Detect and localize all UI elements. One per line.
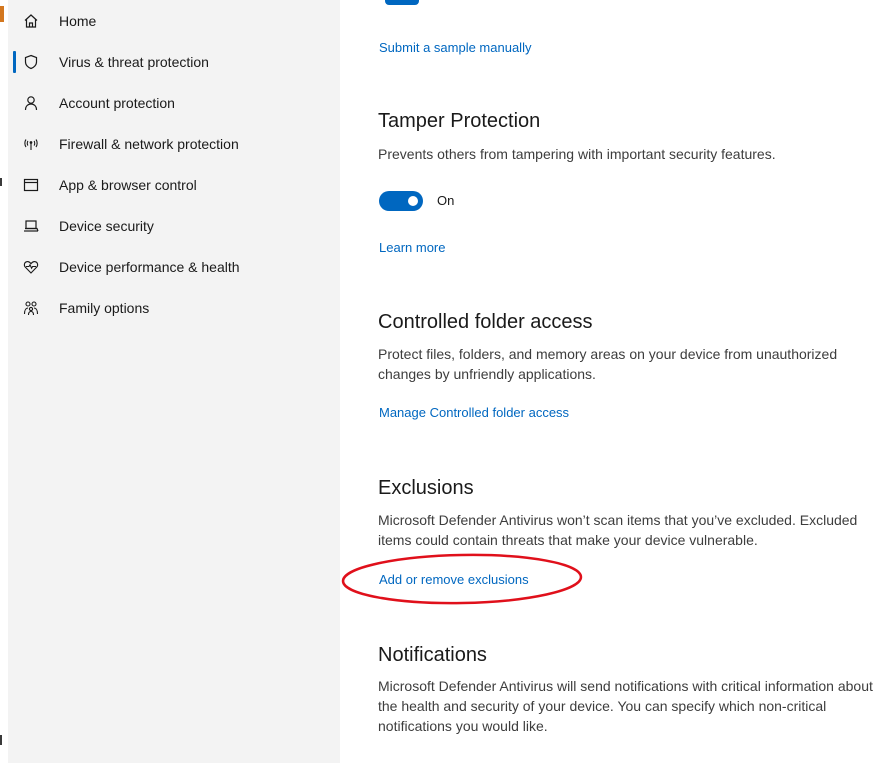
sidebar-item-label: Device performance & health [59, 259, 240, 275]
add-remove-exclusions-link[interactable]: Add or remove exclusions [379, 572, 529, 587]
sidebar: Home Virus & threat protection Account p… [8, 0, 340, 763]
exclusions-title: Exclusions [378, 477, 474, 499]
controlled-folder-access-title: Controlled folder access [378, 311, 593, 333]
wifi-icon [23, 136, 39, 152]
change-notification-settings-link-cut-off[interactable] [379, 755, 579, 763]
previous-toggle[interactable] [385, 0, 419, 5]
sidebar-item-home[interactable]: Home [8, 4, 340, 38]
sidebar-item-label: App & browser control [59, 177, 197, 193]
toggle-knob [408, 196, 418, 206]
sidebar-item-label: Home [59, 13, 97, 29]
tamper-protection-toggle-state: On [437, 193, 455, 208]
browser-window-icon [23, 177, 39, 193]
tamper-protection-title: Tamper Protection [378, 110, 541, 132]
shield-icon [23, 54, 39, 70]
window-edge-mark [0, 735, 2, 745]
home-icon [23, 13, 39, 29]
person-icon [23, 95, 39, 111]
laptop-icon [23, 218, 39, 234]
sidebar-item-label: Virus & threat protection [59, 54, 209, 70]
heart-pulse-icon [23, 259, 39, 275]
tamper-protection-toggle[interactable] [379, 191, 423, 211]
controlled-folder-access-description: Protect files, folders, and memory areas… [378, 346, 838, 382]
sidebar-item-label: Family options [59, 300, 150, 316]
sidebar-item-device-performance[interactable]: Device performance & health [8, 250, 340, 284]
sidebar-item-account-protection[interactable]: Account protection [8, 86, 340, 120]
sidebar-item-virus-threat-protection[interactable]: Virus & threat protection [8, 45, 340, 79]
sidebar-item-device-security[interactable]: Device security [8, 209, 340, 243]
notifications-description: Microsoft Defender Antivirus will send n… [378, 678, 873, 734]
manage-controlled-folder-access-link[interactable]: Manage Controlled folder access [379, 405, 569, 420]
submit-sample-link[interactable]: Submit a sample manually [379, 40, 531, 55]
active-indicator [13, 51, 16, 73]
sidebar-item-label: Account protection [59, 95, 175, 111]
sidebar-item-label: Firewall & network protection [59, 136, 239, 152]
sidebar-item-app-browser-control[interactable]: App & browser control [8, 168, 340, 202]
sidebar-item-firewall[interactable]: Firewall & network protection [8, 127, 340, 161]
notifications-title: Notifications [378, 644, 487, 666]
window-edge-mark [0, 178, 2, 186]
main-content: Submit a sample manually Tamper Protecti… [340, 0, 882, 763]
family-icon [23, 300, 39, 316]
exclusions-description: Microsoft Defender Antivirus won’t scan … [378, 512, 858, 548]
learn-more-link[interactable]: Learn more [379, 240, 445, 255]
sidebar-item-label: Device security [59, 218, 154, 234]
window-edge-mark [0, 6, 4, 22]
sidebar-item-family-options[interactable]: Family options [8, 291, 340, 325]
tamper-protection-description: Prevents others from tampering with impo… [378, 146, 776, 162]
